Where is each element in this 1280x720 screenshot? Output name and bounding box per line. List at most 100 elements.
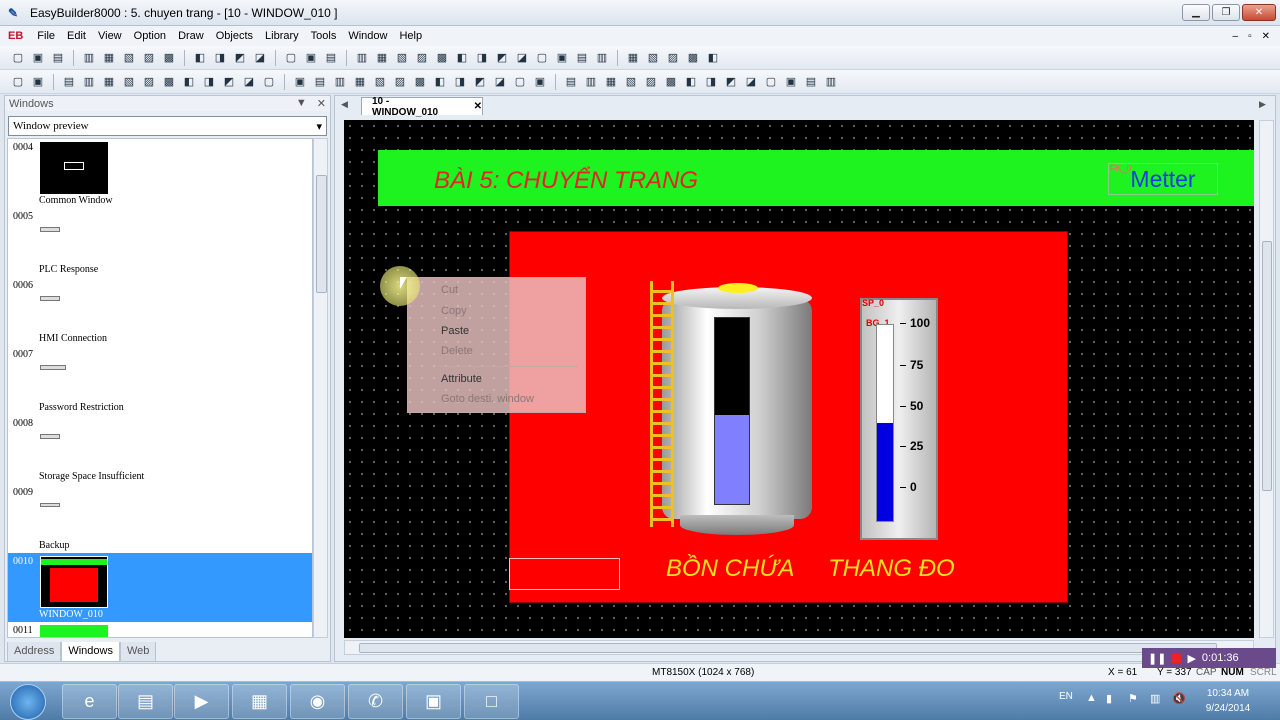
list-item[interactable]: 0009 Backup <box>8 484 312 553</box>
tank-level-meter[interactable] <box>714 317 750 505</box>
slider-icon[interactable]: ◪ <box>492 74 508 90</box>
panel-close-icon[interactable]: ✕ <box>317 97 326 110</box>
online-icon[interactable]: ▩ <box>685 50 701 66</box>
macro-icon[interactable]: ▤ <box>574 50 590 66</box>
download-icon[interactable]: ◧ <box>705 50 721 66</box>
word-switch-icon[interactable]: ▦ <box>352 74 368 90</box>
canvas-horizontal-scrollbar[interactable] <box>344 640 1254 655</box>
simulate-icon[interactable]: ▨ <box>665 50 681 66</box>
combo-icon[interactable]: ▥ <box>823 74 839 90</box>
menu-edit[interactable]: Edit <box>61 26 92 46</box>
clock[interactable]: 10:34 AM 9/24/2014 <box>1198 686 1258 716</box>
explorer-icon[interactable]: ▤ <box>118 684 173 719</box>
window-icon[interactable]: ▦ <box>374 50 390 66</box>
viber-icon[interactable]: ✆ <box>348 684 403 719</box>
list-item[interactable]: 0004 Common Window <box>8 139 312 208</box>
close-button[interactable]: ✕ <box>1242 4 1276 21</box>
menu-window[interactable]: Window <box>342 26 393 46</box>
date-icon[interactable]: ◨ <box>452 74 468 90</box>
xy-plot-icon[interactable]: ◧ <box>683 74 699 90</box>
numeric-icon[interactable]: ▩ <box>412 74 428 90</box>
word-lamp-icon[interactable]: ▥ <box>332 74 348 90</box>
rect-icon[interactable]: ◧ <box>181 74 197 90</box>
list-item[interactable]: 0011 <box>8 622 312 637</box>
backlight-icon[interactable]: ▣ <box>783 74 799 90</box>
menu-attribute[interactable]: Attribute <box>441 373 482 385</box>
pie-icon[interactable]: ▩ <box>161 74 177 90</box>
scale-icon[interactable]: ▢ <box>261 74 277 90</box>
scrollbar-thumb[interactable] <box>359 643 1217 653</box>
minimize-button[interactable]: ▁ <box>1182 4 1210 21</box>
thermometer-bar-graph[interactable]: SP_0 BG_1 100 75 50 25 0 <box>860 298 938 540</box>
design-canvas[interactable]: BÀI 5: CHUYỂN TRANG Metter FK_0 SP_0 BG_… <box>344 120 1254 638</box>
history-icon[interactable]: ▤ <box>563 74 579 90</box>
list-item-selected[interactable]: 0010 WINDOW_010 <box>8 553 312 622</box>
object-icon[interactable]: ▧ <box>394 50 410 66</box>
picture-icon[interactable]: ◪ <box>241 74 257 90</box>
tab-address[interactable]: Address <box>7 642 62 662</box>
tool-icon[interactable]: ▥ <box>354 50 370 66</box>
canvas-vertical-scrollbar[interactable] <box>1259 120 1274 638</box>
bar-graph-icon[interactable]: ▥ <box>583 74 599 90</box>
event-display-icon[interactable]: ▧ <box>623 74 639 90</box>
list-item[interactable]: 0008 Storage Space Insufficient <box>8 415 312 484</box>
window-list-scrollbar[interactable] <box>313 138 328 638</box>
compile-icon[interactable]: ◪ <box>252 50 268 66</box>
menu-help[interactable]: Help <box>393 26 428 46</box>
address-icon[interactable]: ▨ <box>414 50 430 66</box>
tank-graphic[interactable] <box>650 281 814 537</box>
stop-icon[interactable] <box>1172 653 1182 663</box>
option-icon[interactable]: ◩ <box>472 74 488 90</box>
list-item[interactable]: 0007 Password Restriction <box>8 346 312 415</box>
menu-paste[interactable]: Paste <box>441 325 469 337</box>
tray-app-icon[interactable]: ▮ <box>1106 692 1120 706</box>
pause-icon[interactable]: ❚❚ <box>1148 652 1166 665</box>
align-icon[interactable]: ▤ <box>323 50 339 66</box>
panel-menu-icon[interactable]: ▼ <box>296 97 307 110</box>
new-icon[interactable]: ▢ <box>10 50 26 66</box>
tab-scroll-right-icon[interactable]: ▶ <box>1259 99 1266 110</box>
menu-library[interactable]: Library <box>259 26 305 46</box>
direct-icon[interactable]: ▢ <box>763 74 779 90</box>
copy-icon[interactable]: ▦ <box>101 50 117 66</box>
window-preview-select[interactable]: Window preview ▾ <box>8 116 327 136</box>
tab-scroll-left-icon[interactable]: ◀ <box>341 99 348 110</box>
start-button[interactable] <box>10 684 46 720</box>
ascii-icon[interactable]: ◧ <box>432 74 448 90</box>
tab-close-icon[interactable]: ✕ <box>474 101 482 112</box>
select-icon[interactable]: ▢ <box>10 74 26 90</box>
print-icon[interactable]: ◧ <box>192 50 208 66</box>
menu-option[interactable]: Option <box>128 26 172 46</box>
text-icon[interactable]: ◩ <box>221 74 237 90</box>
toggle-icon[interactable]: ▨ <box>392 74 408 90</box>
attr-icon[interactable]: ▣ <box>30 74 46 90</box>
language-indicator[interactable]: EN <box>1059 691 1073 702</box>
open-icon[interactable]: ▣ <box>30 50 46 66</box>
help-icon[interactable]: ◨ <box>212 50 228 66</box>
app-window-icon[interactable]: □ <box>464 684 519 719</box>
alarm-icon[interactable]: ▦ <box>603 74 619 90</box>
flag-icon[interactable]: ⚑ <box>1128 692 1142 706</box>
grid-icon[interactable]: ▣ <box>303 50 319 66</box>
group-icon[interactable]: ▢ <box>534 50 550 66</box>
trend-icon[interactable]: ▣ <box>532 74 548 90</box>
whats-this-icon[interactable]: ◩ <box>232 50 248 66</box>
volume-mute-icon[interactable]: 🔇 <box>1172 692 1186 706</box>
pen-icon[interactable]: ▢ <box>283 50 299 66</box>
list-item[interactable]: 0006 HMI Connection <box>8 277 312 346</box>
ie-icon[interactable]: e <box>62 684 117 719</box>
polyline-icon[interactable]: ▥ <box>81 74 97 90</box>
tab-web[interactable]: Web <box>119 642 157 662</box>
arc-icon[interactable]: ▧ <box>121 74 137 90</box>
bit-switch-icon[interactable]: ▤ <box>312 74 328 90</box>
chart-icon[interactable]: ▩ <box>663 74 679 90</box>
maximize-button[interactable]: ❐ <box>1212 4 1240 21</box>
chrome-icon[interactable]: ◉ <box>290 684 345 719</box>
layer-icon[interactable]: ▣ <box>554 50 570 66</box>
calculator-icon[interactable]: ▦ <box>232 684 287 719</box>
media-player-icon[interactable]: ▶ <box>174 684 229 719</box>
animation-icon[interactable]: ◩ <box>723 74 739 90</box>
redo-icon[interactable]: ▩ <box>161 50 177 66</box>
tab-window-010[interactable]: 10 - WINDOW_010 ✕ <box>361 96 483 118</box>
sound-icon[interactable]: ◨ <box>474 50 490 66</box>
